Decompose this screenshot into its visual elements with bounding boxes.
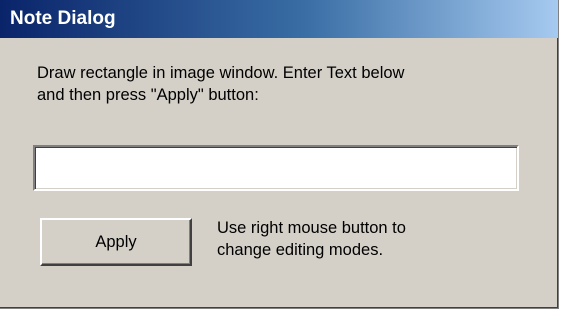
editing-mode-hint: Use right mouse button to change editing… <box>217 219 406 259</box>
note-dialog-window: Note Dialog Draw rectangle in image wind… <box>0 0 559 309</box>
title-bar[interactable]: Note Dialog <box>0 0 558 38</box>
instructions-text: Draw rectangle in image window. Enter Te… <box>37 64 405 104</box>
apply-button[interactable]: Apply <box>40 218 192 266</box>
note-text-input[interactable] <box>33 145 519 191</box>
window-title: Note Dialog <box>10 8 116 29</box>
